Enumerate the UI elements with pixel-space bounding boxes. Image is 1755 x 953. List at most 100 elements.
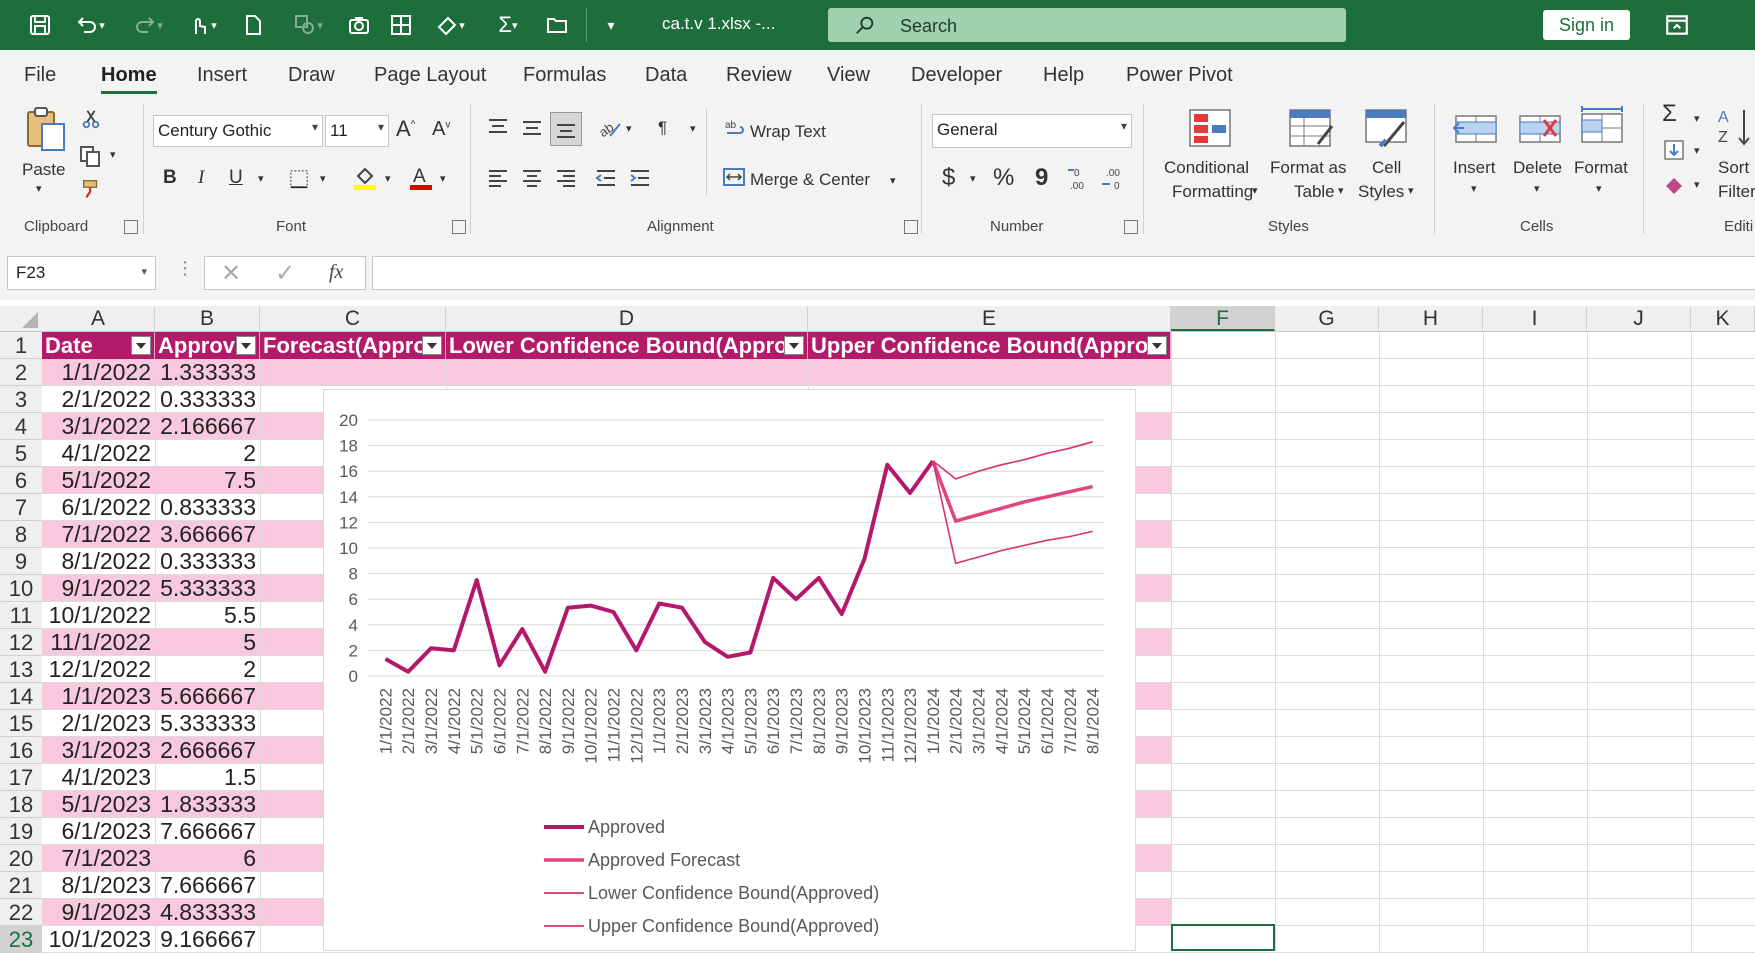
column-header-d[interactable]: D: [446, 306, 808, 331]
table-header-cell[interactable]: Upper Confidence Bound(Appro: [808, 332, 1171, 359]
cell-styles-icon[interactable]: [1364, 108, 1410, 150]
text-direction-dropdown-icon[interactable]: ▾: [690, 122, 696, 135]
tab-page-layout[interactable]: Page Layout: [374, 64, 486, 87]
autosum-dropdown-icon[interactable]: ▾: [1694, 112, 1700, 125]
date-cell[interactable]: 2/1/2022: [42, 386, 151, 413]
accounting-format-button[interactable]: $: [942, 164, 955, 192]
date-cell[interactable]: 4/1/2022: [42, 440, 151, 467]
date-cell[interactable]: 7/1/2023: [42, 845, 151, 872]
date-cell[interactable]: 3/1/2023: [42, 737, 151, 764]
wrap-text-icon[interactable]: ab: [724, 118, 746, 140]
row-header-2[interactable]: 2: [0, 359, 42, 386]
value-cell[interactable]: 5.333333: [155, 575, 256, 602]
date-cell[interactable]: 6/1/2023: [42, 818, 151, 845]
ribbon-display-icon[interactable]: [1664, 12, 1690, 38]
increase-indent-icon[interactable]: [628, 166, 652, 190]
value-cell[interactable]: 4.833333: [155, 899, 256, 926]
new-file-icon[interactable]: [238, 10, 268, 40]
underline-button[interactable]: U: [229, 167, 243, 189]
row-header-14[interactable]: 14: [0, 683, 42, 710]
value-cell[interactable]: 2: [155, 440, 256, 467]
borders-dropdown-icon[interactable]: ▾: [320, 172, 326, 185]
select-all-button[interactable]: [0, 306, 42, 331]
table-header-cell[interactable]: Approv: [155, 332, 260, 359]
clear-dropdown-icon[interactable]: ▾: [1694, 178, 1700, 191]
text-direction-icon[interactable]: ¶: [658, 118, 667, 138]
shapes-icon[interactable]: ▾: [286, 10, 330, 40]
align-center-icon[interactable]: [520, 166, 544, 190]
filter-dropdown-icon[interactable]: [131, 336, 151, 355]
format-painter-icon[interactable]: [80, 178, 102, 200]
wrap-text-button[interactable]: Wrap Text: [750, 122, 826, 142]
borders-icon[interactable]: [386, 10, 416, 40]
accounting-dropdown-icon[interactable]: ▾: [970, 172, 976, 185]
date-cell[interactable]: 9/1/2023: [42, 899, 151, 926]
value-cell[interactable]: 5.5: [155, 602, 256, 629]
delete-dropdown-icon[interactable]: ▾: [1534, 182, 1540, 195]
row-header-22[interactable]: 22: [0, 899, 42, 926]
cut-icon[interactable]: [80, 108, 102, 130]
row-header-9[interactable]: 9: [0, 548, 42, 575]
borders-icon[interactable]: [288, 168, 310, 190]
align-left-icon[interactable]: [486, 166, 510, 190]
orientation-icon[interactable]: ab: [596, 116, 622, 140]
value-cell[interactable]: 6: [155, 845, 256, 872]
font-family-select[interactable]: Century Gothic ▾: [153, 115, 323, 147]
paste-label[interactable]: Paste: [22, 160, 65, 180]
decrease-decimal-icon[interactable]: .000: [1100, 164, 1128, 192]
line-chart[interactable]: 0 2 4 6 8 10 12 14 16 18 20 1/1/2022 2/1/2022 3/1/202…: [323, 389, 1136, 951]
tab-review[interactable]: Review: [726, 64, 792, 87]
more-options-icon[interactable]: ⋮: [176, 258, 194, 279]
format-dropdown-icon[interactable]: ▾: [1596, 182, 1602, 195]
value-cell[interactable]: 5.333333: [155, 710, 256, 737]
row-header-7[interactable]: 7: [0, 494, 42, 521]
bold-button[interactable]: B: [163, 167, 177, 189]
tab-insert[interactable]: Insert: [197, 64, 247, 87]
date-cell[interactable]: 4/1/2023: [42, 764, 151, 791]
date-cell[interactable]: 10/1/2022: [42, 602, 151, 629]
tab-draw[interactable]: Draw: [288, 64, 335, 87]
clear-icon[interactable]: [1662, 172, 1686, 196]
paste-icon[interactable]: [22, 106, 70, 154]
date-cell[interactable]: 11/1/2022: [42, 629, 151, 656]
autosum-icon[interactable]: Σ: [1662, 100, 1677, 128]
value-cell[interactable]: 9.166667: [155, 926, 256, 953]
merge-dropdown-icon[interactable]: ▾: [890, 174, 896, 187]
filter-dropdown-icon[interactable]: [1147, 336, 1167, 355]
cancel-icon[interactable]: ✕: [221, 259, 241, 288]
autosum-icon[interactable]: Σ ▾: [486, 10, 530, 40]
value-cell[interactable]: 2.166667: [155, 413, 256, 440]
value-cell[interactable]: 2: [155, 656, 256, 683]
orientation-dropdown-icon[interactable]: ▾: [626, 122, 632, 135]
filter-dropdown-icon[interactable]: [422, 336, 442, 355]
value-cell[interactable]: 5: [155, 629, 256, 656]
column-header-k[interactable]: K: [1691, 306, 1755, 331]
tab-data[interactable]: Data: [645, 64, 687, 87]
column-header-h[interactable]: H: [1379, 306, 1483, 331]
date-cell[interactable]: 8/1/2022: [42, 548, 151, 575]
row-header-21[interactable]: 21: [0, 872, 42, 899]
value-cell[interactable]: 1.833333: [155, 791, 256, 818]
sort-filter-icon[interactable]: AZ: [1716, 104, 1755, 150]
format-as-table-label-2[interactable]: Table: [1294, 182, 1335, 202]
row-header-3[interactable]: 3: [0, 386, 42, 413]
value-cell[interactable]: 5.666667: [155, 683, 256, 710]
date-cell[interactable]: 1/1/2022: [42, 359, 151, 386]
column-header-b[interactable]: B: [155, 306, 260, 331]
tab-formulas[interactable]: Formulas: [523, 64, 606, 87]
percent-style-button[interactable]: %: [993, 164, 1014, 192]
date-cell[interactable]: 2/1/2023: [42, 710, 151, 737]
column-header-j[interactable]: J: [1587, 306, 1691, 331]
date-cell[interactable]: 6/1/2022: [42, 494, 151, 521]
date-cell[interactable]: 10/1/2023: [42, 926, 151, 953]
insert-cells-button[interactable]: Insert: [1453, 158, 1496, 178]
conditional-formatting-label-2[interactable]: Formatting: [1172, 182, 1253, 202]
column-header-e[interactable]: E: [808, 306, 1171, 331]
fill-color-icon[interactable]: [352, 164, 378, 190]
column-header-c[interactable]: C: [260, 306, 446, 331]
row-header-6[interactable]: 6: [0, 467, 42, 494]
value-cell[interactable]: 1.333333: [155, 359, 256, 386]
decrease-indent-icon[interactable]: [594, 166, 618, 190]
value-cell[interactable]: 7.666667: [155, 872, 256, 899]
row-header-19[interactable]: 19: [0, 818, 42, 845]
